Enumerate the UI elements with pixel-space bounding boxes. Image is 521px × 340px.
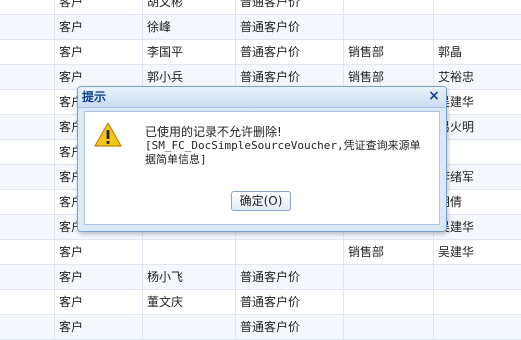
- table-cell: 客户: [54, 40, 142, 65]
- table-cell: 客户: [54, 0, 142, 15]
- warning-icon: [94, 122, 122, 147]
- table-cell: [343, 315, 433, 340]
- table-cell: 艾裕忠: [433, 65, 521, 90]
- table-cell: 客户: [54, 315, 142, 340]
- table-row[interactable]: 客户 李国平 普通客户价 销售部 郭晶: [0, 40, 521, 65]
- table-cell: 胡文彬: [142, 0, 235, 15]
- table-cell: 普通客户价: [235, 40, 343, 65]
- dialog-message: 已使用的记录不允许删除! [SM_FC_DocSimpleSourceVouch…: [145, 125, 431, 167]
- table-row[interactable]: 客户 普通客户价: [0, 315, 521, 340]
- table-cell: 普通客户价: [235, 0, 343, 15]
- table-cell: [343, 0, 433, 15]
- table-cell: 客户: [54, 265, 142, 290]
- table-row[interactable]: 客户 杨小飞 普通客户价: [0, 265, 521, 290]
- message-line-1: 已使用的记录不允许删除!: [145, 125, 282, 139]
- table-cell: 郭晶: [433, 40, 521, 65]
- table-cell: 李国平: [142, 40, 235, 65]
- table-cell: [343, 15, 433, 40]
- dialog-titlebar[interactable]: 提示 ×: [78, 87, 446, 108]
- table-cell: [142, 315, 235, 340]
- table-row[interactable]: 客户 胡文彬 普通客户价: [0, 0, 521, 15]
- table-cell: [433, 0, 521, 15]
- table-cell: 客户: [54, 15, 142, 40]
- message-line-2: [SM_FC_DocSimpleSourceVoucher,凭证查询来源单据简单…: [145, 139, 421, 166]
- table-cell: 普通客户价: [235, 315, 343, 340]
- table-cell: [142, 240, 235, 265]
- table-cell: [235, 240, 343, 265]
- table-row[interactable]: 客户 徐峰 普通客户价: [0, 15, 521, 40]
- table-cell: 销售部: [343, 240, 433, 265]
- ok-button[interactable]: 确定(O): [231, 191, 291, 211]
- dialog-title: 提示: [82, 90, 107, 104]
- message-dialog: 提示 × 已使用的记录不允许删除! [SM_FC_DocSimpleSource…: [77, 86, 447, 232]
- table-cell: [433, 265, 521, 290]
- table-cell: 销售部: [343, 40, 433, 65]
- table-cell: 吴建华: [433, 240, 521, 265]
- table-cell: 普通客户价: [235, 15, 343, 40]
- table-cell: [433, 315, 521, 340]
- table-cell: 客户: [54, 240, 142, 265]
- table-cell: 普通客户价: [235, 265, 343, 290]
- close-icon[interactable]: ×: [426, 88, 442, 104]
- table-row[interactable]: 客户 销售部 吴建华: [0, 240, 521, 265]
- dialog-content: 已使用的记录不允许删除! [SM_FC_DocSimpleSourceVouch…: [84, 111, 440, 225]
- table-cell: [343, 265, 433, 290]
- table-cell: 杨小飞: [142, 265, 235, 290]
- table-cell: [433, 15, 521, 40]
- table-cell: 徐峰: [142, 15, 235, 40]
